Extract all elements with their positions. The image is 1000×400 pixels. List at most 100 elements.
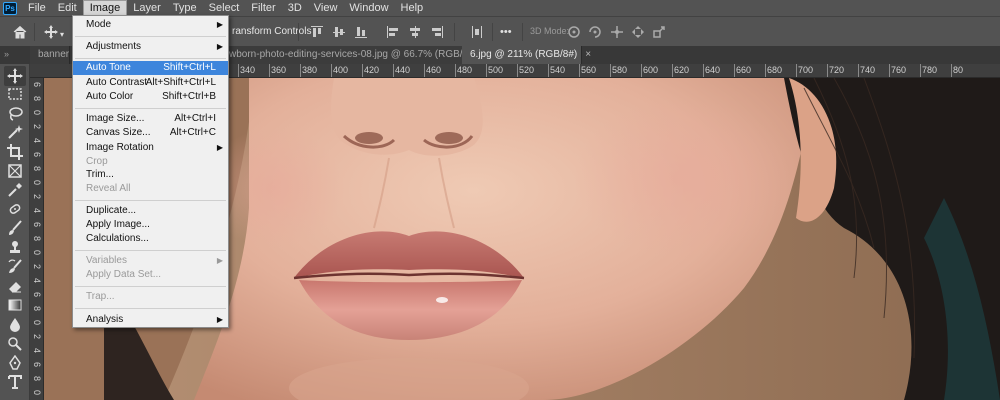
tab-photo-editing-services[interactable]: wborn-photo-editing-services-08.jpg @ 66… — [225, 46, 465, 64]
menu-image[interactable]: Image — [82, 0, 128, 16]
options-separator — [298, 23, 299, 41]
healing-brush-tool[interactable] — [4, 199, 26, 219]
move-tool[interactable] — [4, 66, 26, 86]
ruler-tick — [486, 64, 487, 77]
vertical-ruler: 6 8 0 2 4 6 8 0 2 4 6 8 0 2 4 6 8 0 2 4 6 8 0 — [30, 78, 44, 400]
collapse-panels-icon[interactable]: » — [4, 49, 9, 59]
submenu-arrow-icon: ▶ — [216, 143, 223, 152]
marquee-tool[interactable] — [4, 84, 26, 104]
distribute-icon[interactable] — [470, 25, 484, 39]
lasso-icon — [9, 107, 23, 121]
3d-orbit-icon[interactable] — [567, 25, 581, 39]
gradient-tool[interactable] — [4, 295, 26, 315]
quick-select-icon — [8, 125, 23, 139]
menu-item-calculations[interactable]: Calculations... — [73, 232, 228, 246]
menu-item-trim[interactable]: Trim... — [73, 168, 228, 182]
3d-pan-icon[interactable] — [610, 25, 624, 39]
align-bottom-icon[interactable] — [354, 25, 368, 39]
menu-item-duplicate[interactable]: Duplicate... — [73, 204, 228, 218]
ruler-label: 6 — [32, 362, 42, 368]
ruler-label: 740 — [860, 65, 876, 75]
blur-tool[interactable] — [4, 315, 26, 335]
menu-item-image-size[interactable]: Image Size... Alt+Ctrl+I — [73, 112, 228, 126]
menu-help[interactable]: Help — [395, 0, 430, 16]
menu-filter[interactable]: Filter — [245, 0, 281, 16]
menu-select[interactable]: Select — [203, 0, 246, 16]
menu-type[interactable]: Type — [167, 0, 203, 16]
ruler-tick — [889, 64, 890, 77]
menu-separator — [75, 200, 226, 201]
history-brush-tool[interactable] — [4, 257, 26, 277]
menu-item-mode[interactable]: Mode ▶ — [73, 18, 228, 32]
pen-tool[interactable] — [4, 353, 26, 373]
align-left-icon[interactable] — [386, 25, 400, 39]
crop-tool[interactable] — [4, 142, 26, 162]
menu-item-apply-image[interactable]: Apply Image... — [73, 218, 228, 232]
healing-icon — [9, 204, 21, 214]
align-horizontal-center-icon[interactable] — [408, 25, 422, 39]
tab-6-jpg[interactable]: 6.jpg @ 211% (RGB/8#) × — [462, 46, 591, 64]
menu-item-analysis[interactable]: Analysis ▶ — [73, 313, 228, 327]
ruler-tick — [703, 64, 704, 77]
menu-layer[interactable]: Layer — [127, 0, 167, 16]
image-menu-dropdown: Mode ▶ Adjustments ▶ Auto Tone Shift+Ctr… — [72, 15, 229, 328]
ruler-label: 600 — [643, 65, 659, 75]
menu-item-crop[interactable]: Crop — [73, 155, 228, 169]
ruler-label: 660 — [736, 65, 752, 75]
frame-tool[interactable] — [4, 161, 26, 181]
align-top-icon[interactable] — [310, 25, 324, 39]
menu-item-auto-tone[interactable]: Auto Tone Shift+Ctrl+L — [73, 61, 228, 75]
menu-edit[interactable]: Edit — [52, 0, 83, 16]
menu-item-canvas-size[interactable]: Canvas Size... Alt+Ctrl+C — [73, 126, 228, 140]
eraser-tool[interactable] — [4, 276, 26, 296]
ruler-label: 4 — [32, 138, 42, 144]
lasso-tool[interactable] — [4, 104, 26, 124]
transform-controls-label[interactable]: ransform Controls — [232, 26, 311, 37]
gradient-icon — [8, 299, 22, 311]
home-icon[interactable] — [13, 25, 27, 39]
more-options-icon[interactable]: ••• — [500, 24, 512, 40]
quick-selection-tool[interactable] — [4, 122, 26, 142]
menu-item-variables[interactable]: Variables ▶ — [73, 254, 228, 268]
3d-slide-icon[interactable] — [631, 25, 645, 39]
ruler-label: 560 — [581, 65, 597, 75]
align-right-icon[interactable] — [430, 25, 444, 39]
ruler-label: 4 — [32, 348, 42, 354]
menu-item-trap[interactable]: Trap... — [73, 290, 228, 304]
tab-banner[interactable]: banner.p — [30, 46, 70, 64]
menu-window[interactable]: Window — [343, 0, 394, 16]
3d-scale-icon[interactable] — [652, 25, 666, 39]
ruler-label: 340 — [240, 65, 256, 75]
menu-item-reveal-all[interactable]: Reveal All — [73, 182, 228, 196]
ruler-label: 6 — [32, 292, 42, 298]
ruler-tick — [393, 64, 394, 77]
ruler-label: 4 — [32, 208, 42, 214]
dodge-tool[interactable] — [4, 334, 26, 354]
menu-item-label: Apply Image... — [86, 219, 150, 230]
type-icon — [8, 375, 22, 389]
brush-tool[interactable] — [4, 218, 26, 238]
move-icon[interactable] — [44, 25, 58, 39]
menu-item-auto-color[interactable]: Auto Color Shift+Ctrl+B — [73, 90, 228, 104]
ruler-label: 380 — [302, 65, 318, 75]
3d-roll-icon[interactable] — [588, 25, 602, 39]
ruler-label: 680 — [767, 65, 783, 75]
menu-item-auto-contrast[interactable]: Auto Contrast Alt+Shift+Ctrl+L — [73, 76, 228, 90]
chevron-down-icon[interactable]: ▾ — [60, 27, 64, 43]
photoshop-logo[interactable]: Ps — [3, 1, 17, 15]
menu-item-image-rotation[interactable]: Image Rotation ▶ — [73, 141, 228, 155]
menu-item-label: Apply Data Set... — [86, 269, 162, 280]
menu-item-shortcut: Alt+Ctrl+I — [174, 113, 216, 124]
eraser-icon — [9, 282, 21, 293]
clone-stamp-tool[interactable] — [4, 238, 26, 258]
menu-item-adjustments[interactable]: Adjustments ▶ — [73, 40, 228, 54]
eyedropper-tool[interactable] — [4, 180, 26, 200]
menu-3d[interactable]: 3D — [282, 0, 308, 16]
align-vertical-center-icon[interactable] — [332, 25, 346, 39]
eyedropper-icon — [8, 183, 22, 197]
close-icon[interactable]: × — [585, 49, 591, 60]
menu-item-apply-data-set[interactable]: Apply Data Set... — [73, 268, 228, 282]
menu-view[interactable]: View — [308, 0, 344, 16]
menu-file[interactable]: File — [22, 0, 52, 16]
type-tool[interactable] — [4, 372, 26, 392]
